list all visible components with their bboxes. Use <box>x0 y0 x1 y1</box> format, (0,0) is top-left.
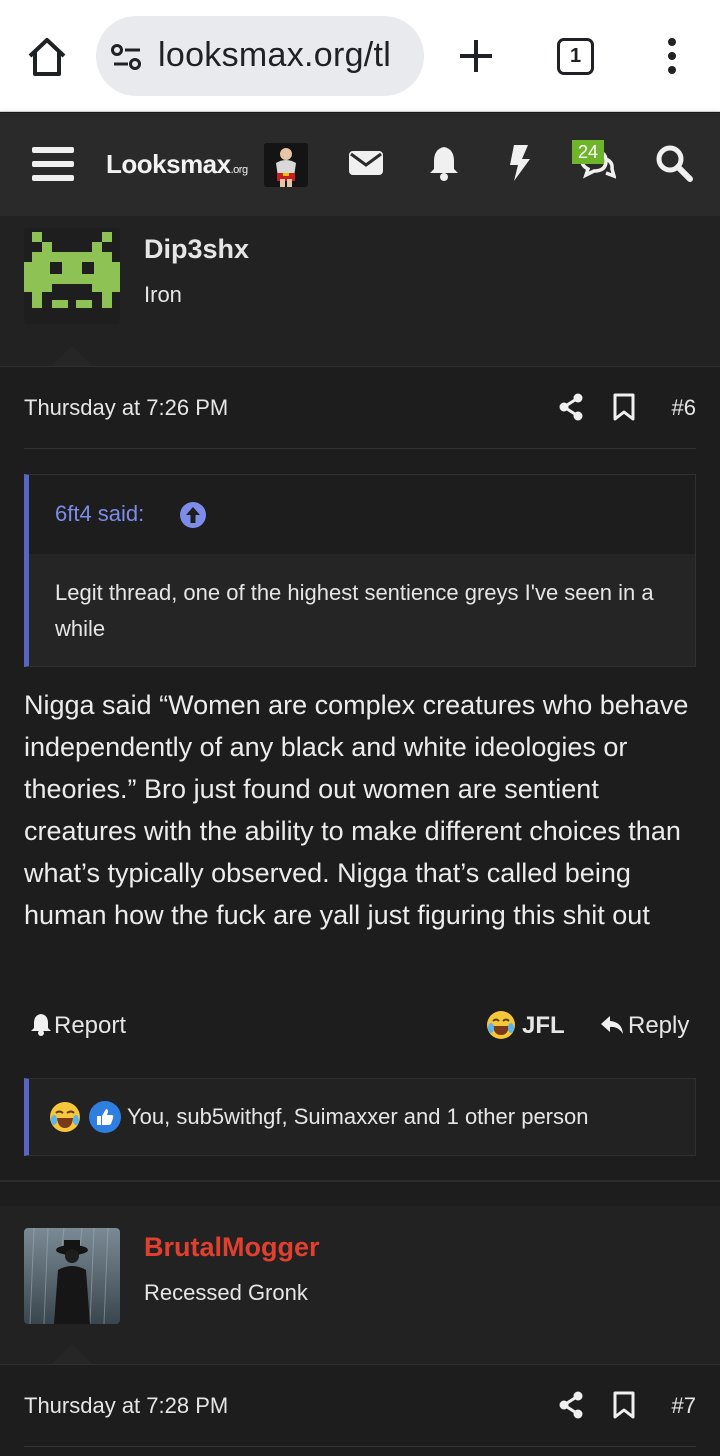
lightning-icon[interactable] <box>500 143 540 183</box>
post-number[interactable]: #6 <box>672 395 696 421</box>
jfl-reaction-button[interactable]: JFL <box>522 1012 565 1040</box>
divider <box>24 1446 696 1447</box>
search-icon[interactable] <box>654 143 694 183</box>
site-header: Looksmax.org 24 <box>0 113 720 216</box>
reactions-bar[interactable]: You, sub5withgf, Suimaxxer and 1 other p… <box>24 1078 696 1156</box>
reply-arrow-icon <box>601 1016 623 1034</box>
conversations-badge: 24 <box>572 140 604 164</box>
post-date[interactable]: Thursday at 7:28 PM <box>24 1393 228 1419</box>
divider <box>24 448 696 449</box>
site-settings-icon[interactable] <box>110 44 144 70</box>
post-meta-bar: Thursday at 7:28 PM #7 <box>0 1364 720 1448</box>
url-text[interactable]: looksmax.org/tl <box>158 36 391 75</box>
username[interactable]: Dip3shx <box>144 234 249 265</box>
username[interactable]: BrutalMogger <box>144 1232 320 1263</box>
author-pointer <box>52 1344 92 1364</box>
site-logo[interactable]: Looksmax.org <box>106 149 248 180</box>
post-divider <box>0 1180 720 1182</box>
browser-toolbar: looksmax.org/tl 1 <box>0 0 720 112</box>
author-pointer <box>52 346 92 366</box>
quote-block: 6ft4 said: Legit thread, one of the high… <box>24 474 696 667</box>
share-icon[interactable] <box>558 393 584 421</box>
home-icon[interactable] <box>24 34 70 80</box>
tab-switcher-button[interactable]: 1 <box>557 38 594 75</box>
crying-laughing-emoji-icon[interactable] <box>486 1010 516 1040</box>
bell-icon[interactable] <box>424 143 464 183</box>
address-bar[interactable]: looksmax.org/tl <box>96 16 424 96</box>
user-title: Recessed Gronk <box>144 1280 308 1305</box>
post-author-block: Dip3shx Iron <box>0 216 720 366</box>
post-date[interactable]: Thursday at 7:26 PM <box>24 395 228 421</box>
new-tab-icon[interactable] <box>456 34 496 78</box>
post-meta-bar: Thursday at 7:26 PM #6 <box>0 366 720 450</box>
arrow-up-circle-icon[interactable] <box>179 501 207 529</box>
avatar[interactable] <box>24 1228 120 1324</box>
post-author-block: BrutalMogger Recessed Gronk <box>0 1206 720 1364</box>
bookmark-icon[interactable] <box>612 1391 636 1419</box>
hamburger-menu-icon[interactable] <box>32 145 74 183</box>
user-avatar-mini[interactable] <box>264 143 308 187</box>
more-menu-icon[interactable] <box>658 36 686 76</box>
quote-text: Legit thread, one of the highest sentien… <box>55 580 654 641</box>
avatar[interactable] <box>24 228 120 324</box>
crying-laughing-emoji-icon <box>50 1102 80 1132</box>
post-body: Nigga said “Women are complex creatures … <box>24 690 689 930</box>
post-number[interactable]: #7 <box>672 1393 696 1419</box>
post-actions: Report JFL Reply <box>0 1004 720 1048</box>
bookmark-icon[interactable] <box>612 393 636 421</box>
reactions-text[interactable]: You, sub5withgf, Suimaxxer and 1 other p… <box>127 1104 588 1130</box>
share-icon[interactable] <box>558 1391 584 1419</box>
reply-button[interactable]: Reply <box>600 1012 689 1040</box>
user-title: Iron <box>144 282 182 307</box>
quote-author[interactable]: 6ft4 said: <box>55 501 144 527</box>
thumbs-up-icon <box>89 1101 121 1133</box>
report-button[interactable]: Report <box>30 1012 126 1040</box>
mail-icon[interactable] <box>346 143 386 183</box>
bell-icon <box>31 1014 51 1036</box>
quote-header: 6ft4 said: <box>29 475 695 554</box>
